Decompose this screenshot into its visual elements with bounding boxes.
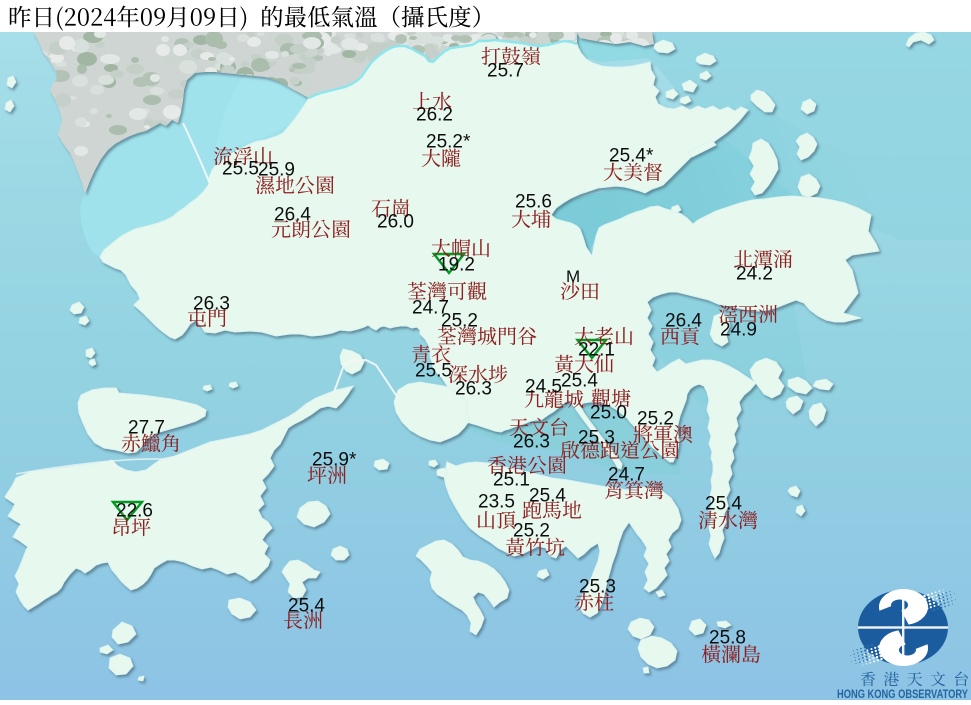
svg-text:26.3: 26.3 (193, 294, 230, 315)
svg-text:24.5: 24.5 (525, 377, 562, 398)
svg-text:25.4: 25.4 (705, 494, 742, 515)
svg-text:22.6: 22.6 (116, 501, 153, 522)
svg-text:25.8: 25.8 (709, 628, 746, 649)
svg-text:25.4*: 25.4* (609, 146, 654, 167)
svg-text:M: M (566, 267, 580, 286)
svg-text:26.4: 26.4 (665, 311, 702, 332)
svg-text:25.6: 25.6 (515, 192, 552, 213)
svg-text:25.9: 25.9 (258, 160, 295, 181)
svg-text:25.2: 25.2 (441, 311, 478, 332)
svg-text:26.0: 26.0 (377, 212, 414, 233)
svg-text:25.7: 25.7 (487, 61, 524, 82)
svg-text:25.2: 25.2 (513, 521, 550, 542)
svg-text:25.9*: 25.9* (312, 450, 357, 471)
svg-text:22.1: 22.1 (578, 340, 615, 361)
svg-text:25.5: 25.5 (415, 361, 452, 382)
svg-text:25.0: 25.0 (590, 403, 627, 424)
svg-text:25.2: 25.2 (637, 409, 674, 430)
svg-text:25.2*: 25.2* (426, 132, 471, 153)
svg-text:26.4: 26.4 (274, 205, 311, 226)
svg-text:25.4: 25.4 (529, 486, 566, 507)
svg-text:25.3: 25.3 (578, 428, 615, 449)
svg-text:HONG KONG OBSERVATORY: HONG KONG OBSERVATORY (837, 687, 969, 700)
svg-text:19.2: 19.2 (438, 255, 475, 276)
svg-text:26.2: 26.2 (416, 105, 453, 126)
svg-text:24.2: 24.2 (736, 264, 773, 285)
svg-text:25.4: 25.4 (288, 596, 325, 617)
svg-text:23.5: 23.5 (478, 492, 515, 513)
svg-text:26.3: 26.3 (513, 432, 550, 453)
svg-text:25.1: 25.1 (493, 470, 530, 491)
svg-text:27.7: 27.7 (128, 418, 165, 439)
svg-text:26.3: 26.3 (455, 379, 492, 400)
svg-text:24.7: 24.7 (608, 465, 645, 486)
svg-text:24.9: 24.9 (720, 320, 757, 341)
svg-text:25.4: 25.4 (561, 371, 598, 392)
svg-text:25.3: 25.3 (579, 577, 616, 598)
svg-text:25.5: 25.5 (222, 159, 259, 180)
